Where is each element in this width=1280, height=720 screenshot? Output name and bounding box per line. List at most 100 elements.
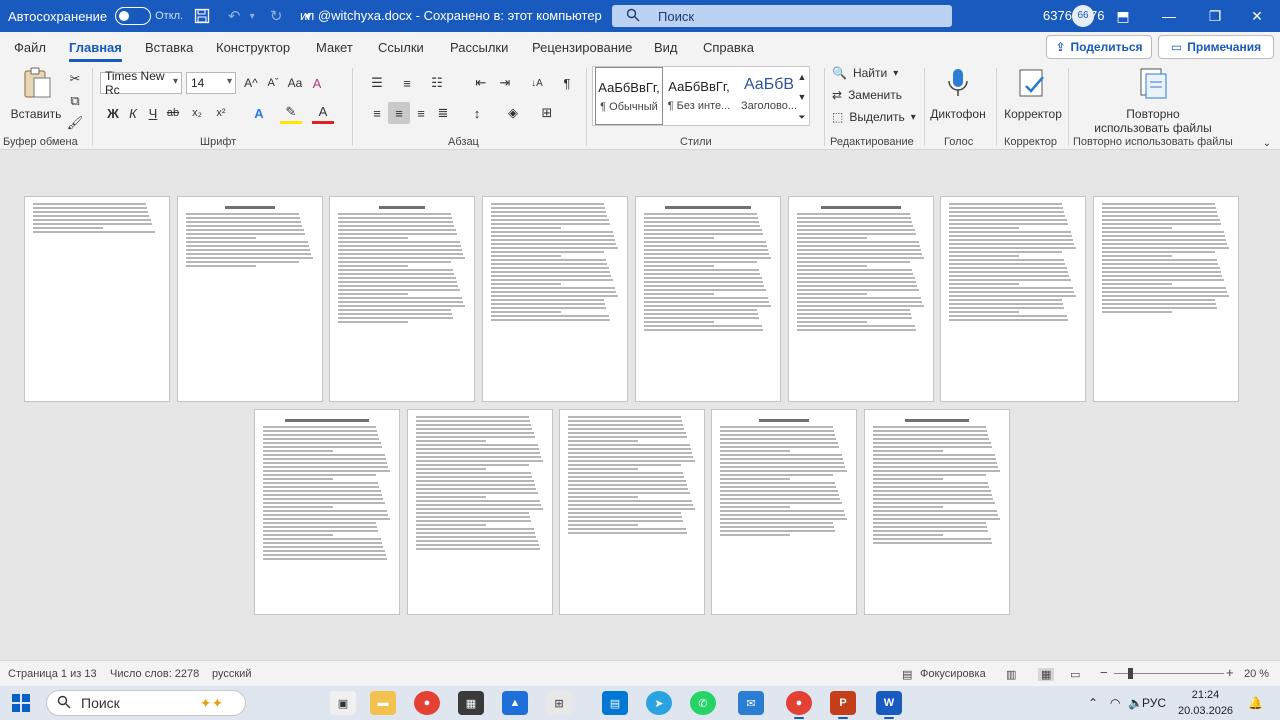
- photos-icon[interactable]: ▲: [502, 691, 528, 715]
- zoom-level[interactable]: 20 %: [1244, 668, 1269, 680]
- comments-button[interactable]: ▭ Примечания: [1158, 35, 1274, 59]
- shading-icon[interactable]: ◈: [502, 102, 524, 124]
- find-button[interactable]: 🔍 Найти ▾: [832, 66, 898, 80]
- zoom-out-button[interactable]: −: [1100, 665, 1108, 680]
- sort-button[interactable]: ↓A: [526, 72, 548, 94]
- increase-indent-icon[interactable]: ⇥: [494, 72, 516, 94]
- document-page[interactable]: [482, 196, 628, 402]
- volume-icon[interactable]: 🔈: [1128, 696, 1143, 710]
- styles-scroll-down-icon[interactable]: ▼: [794, 86, 810, 108]
- share-button[interactable]: ⇪ Поделиться: [1046, 35, 1152, 59]
- document-canvas[interactable]: [0, 150, 1280, 660]
- calendar-icon[interactable]: ▤: [602, 691, 628, 715]
- decrease-indent-icon[interactable]: ⇤: [470, 72, 492, 94]
- tab-layout[interactable]: Макет: [316, 40, 353, 55]
- font-size-combo[interactable]: 14 ▾: [186, 72, 236, 94]
- document-page[interactable]: [254, 409, 400, 615]
- superscript-button[interactable]: x²: [210, 102, 232, 124]
- chrome-profile-icon[interactable]: ●: [786, 691, 812, 719]
- styles-more-icon[interactable]: ⏷: [794, 106, 810, 128]
- zoom-in-button[interactable]: +: [1226, 665, 1234, 680]
- wifi-icon[interactable]: ◠: [1110, 696, 1120, 710]
- align-left-icon[interactable]: ≡: [366, 102, 388, 124]
- file-explorer-icon[interactable]: ▬: [370, 691, 396, 715]
- tab-insert[interactable]: Вставка: [145, 40, 193, 55]
- whatsapp-icon[interactable]: ✆: [690, 691, 716, 715]
- document-page[interactable]: [711, 409, 857, 615]
- focus-mode[interactable]: Фокусировка: [920, 668, 986, 680]
- tab-help[interactable]: Справка: [703, 40, 754, 55]
- task-view-icon[interactable]: ▣: [330, 691, 356, 715]
- telegram-icon[interactable]: ➤: [646, 691, 672, 715]
- focus-icon[interactable]: ▤: [902, 668, 912, 681]
- close-button[interactable]: ✕: [1234, 0, 1280, 32]
- notifications-icon[interactable]: 🔔: [1248, 696, 1263, 710]
- document-page[interactable]: [940, 196, 1086, 402]
- style-no-spacing[interactable]: АаБбВвГг, ¶ Без инте...: [665, 67, 733, 125]
- document-page[interactable]: [559, 409, 705, 615]
- web-layout-icon[interactable]: ▭: [1070, 668, 1080, 681]
- word-count[interactable]: Число слов: 2278: [110, 668, 199, 680]
- line-spacing-icon[interactable]: ↕: [466, 102, 488, 124]
- style-normal[interactable]: АаБбВвГг, ¶ Обычный: [595, 67, 663, 125]
- redo-icon[interactable]: ↻: [263, 3, 289, 29]
- document-page[interactable]: [329, 196, 475, 402]
- borders-icon[interactable]: ⊞: [536, 102, 558, 124]
- clock[interactable]: 21:24 20.03.2026: [1178, 687, 1233, 719]
- zoom-slider-thumb[interactable]: [1128, 668, 1133, 679]
- undo-icon[interactable]: ↶: [221, 3, 247, 29]
- read-mode-icon[interactable]: ▥: [1006, 668, 1016, 681]
- align-center-icon[interactable]: ≡: [388, 102, 410, 124]
- subscript-button[interactable]: x₂: [186, 102, 208, 124]
- font-color-button[interactable]: A: [312, 102, 334, 124]
- avatar[interactable]: 66: [1072, 5, 1094, 27]
- underline-button[interactable]: Ч: [142, 102, 164, 124]
- minimize-button[interactable]: —: [1146, 0, 1192, 32]
- style-heading[interactable]: АаБбВ Заголово...: [735, 67, 803, 125]
- strikethrough-button[interactable]: ab: [162, 102, 184, 124]
- tab-file[interactable]: Файл: [14, 40, 46, 55]
- tab-view[interactable]: Вид: [654, 40, 678, 55]
- app-icon[interactable]: ⊞: [546, 691, 572, 715]
- font-name-combo[interactable]: Times New Rc ▾: [100, 69, 182, 97]
- save-icon[interactable]: [189, 3, 215, 29]
- word-icon[interactable]: W: [876, 691, 902, 719]
- cut-icon[interactable]: ✂: [64, 68, 86, 90]
- change-case-button[interactable]: Aa: [284, 72, 306, 94]
- shrink-font-button[interactable]: Aˇ: [262, 72, 284, 94]
- numbering-icon[interactable]: ≡: [396, 72, 418, 94]
- tab-review[interactable]: Рецензирование: [532, 40, 632, 55]
- document-page[interactable]: [1093, 196, 1239, 402]
- text-effects-button[interactable]: A: [248, 102, 270, 124]
- multilevel-list-icon[interactable]: ☷: [426, 72, 448, 94]
- highlight-button[interactable]: ✎: [280, 102, 302, 124]
- chrome-icon[interactable]: ●: [414, 691, 440, 715]
- windows-start-icon[interactable]: [12, 694, 30, 712]
- dictate-button[interactable]: Диктофон: [928, 66, 988, 121]
- styles-scroll-up-icon[interactable]: ▲: [794, 66, 810, 88]
- page-count[interactable]: Страница 1 из 13: [8, 668, 97, 680]
- taskbar-search[interactable]: Поиск ✦✦: [46, 690, 246, 716]
- document-page[interactable]: [407, 409, 553, 615]
- tray-chevron-icon[interactable]: ⌃: [1088, 696, 1098, 710]
- align-right-icon[interactable]: ≡: [410, 102, 432, 124]
- tab-references[interactable]: Ссылки: [378, 40, 424, 55]
- clear-formatting-button[interactable]: A: [306, 72, 328, 94]
- autosave-toggle[interactable]: [115, 7, 152, 25]
- paste-button[interactable]: Вставить: [10, 66, 62, 121]
- replace-button[interactable]: ⇄ Заменить: [832, 88, 902, 102]
- language[interactable]: русский: [212, 668, 251, 680]
- copy-icon[interactable]: ⧉: [64, 90, 86, 112]
- ribbon-display-options-icon[interactable]: ⬒: [1100, 0, 1146, 32]
- grow-font-button[interactable]: A^: [240, 72, 262, 94]
- document-page[interactable]: [788, 196, 934, 402]
- reuse-files-button[interactable]: Повторно использовать файлы: [1088, 66, 1218, 135]
- format-painter-icon[interactable]: 🖌: [64, 112, 86, 134]
- justify-icon[interactable]: ≣: [432, 102, 454, 124]
- language-indicator[interactable]: РУС: [1142, 696, 1166, 710]
- document-page[interactable]: [177, 196, 323, 402]
- editor-button[interactable]: Корректор: [1000, 66, 1066, 121]
- mail-icon[interactable]: ✉: [738, 691, 764, 715]
- print-layout-icon[interactable]: ▦: [1038, 668, 1055, 681]
- powerpoint-icon[interactable]: P: [830, 691, 856, 719]
